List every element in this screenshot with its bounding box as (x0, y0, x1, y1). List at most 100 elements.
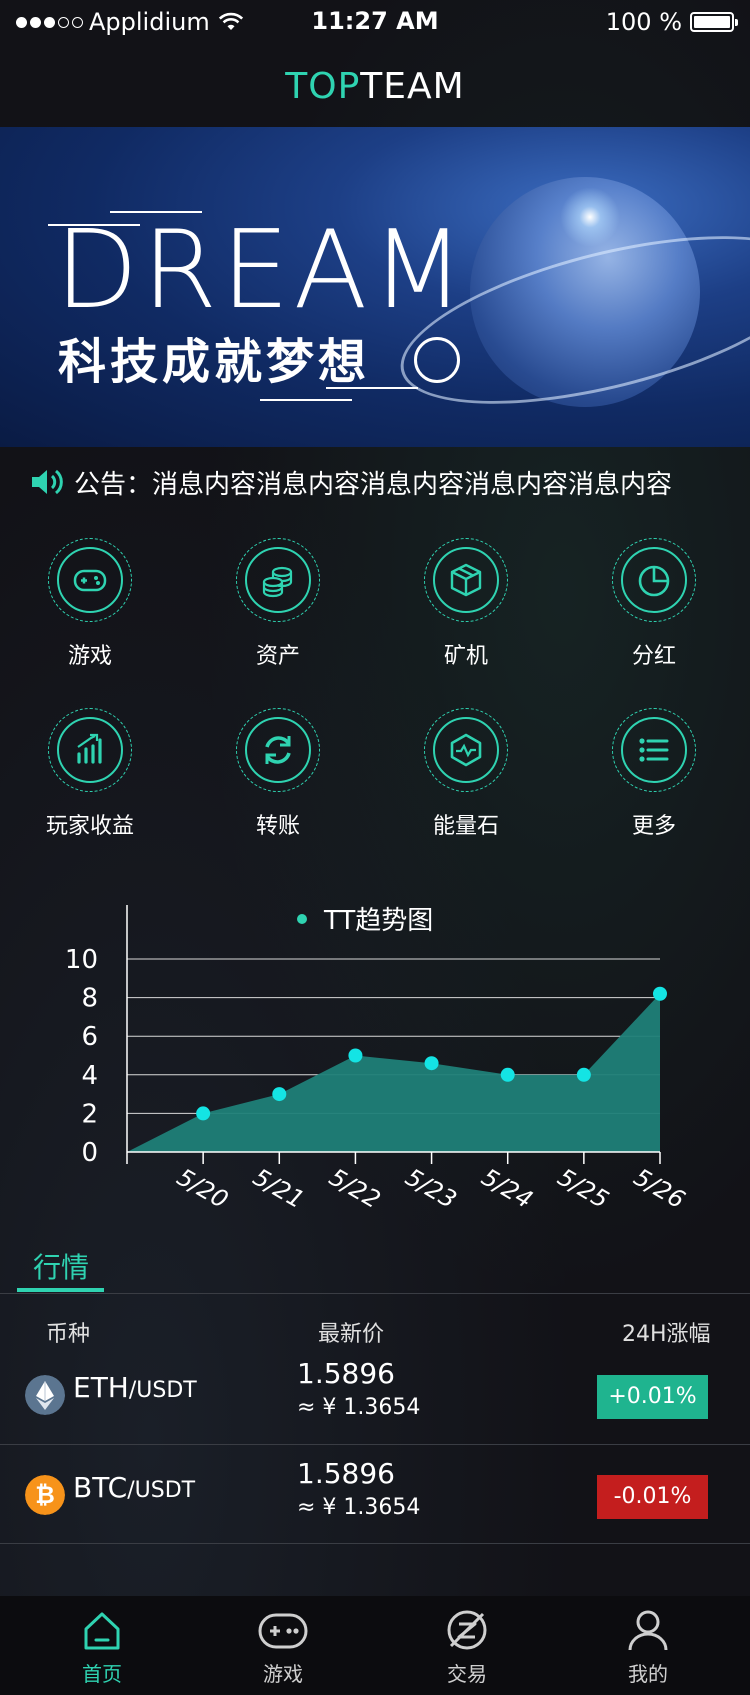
menu-item-label: 更多 (631, 814, 676, 839)
latest-price: 1.5896 (297, 1357, 395, 1390)
tab-market-indicator (17, 1288, 104, 1292)
data-point (348, 1048, 363, 1063)
divider (0, 1543, 750, 1544)
user-icon (628, 1610, 668, 1651)
menu-item-label: 矿机 (443, 644, 488, 669)
x-tick-label: 5/26 (629, 1163, 690, 1210)
menu-item-dividend[interactable]: 分红 (574, 538, 734, 670)
y-tick-label: 6 (81, 1022, 98, 1052)
bar-growth-icon (77, 733, 102, 764)
data-point (653, 986, 667, 1001)
battery-icon (690, 12, 738, 32)
trade-icon (447, 1610, 487, 1650)
cube-icon (450, 563, 482, 597)
data-point (196, 1106, 211, 1121)
pair-name: ETH/USDT (73, 1371, 197, 1404)
bitcoin-icon: ₿ (25, 1475, 65, 1515)
header-coin: 币种 (46, 1322, 91, 1347)
app-title-rest: TEAM (360, 66, 465, 107)
gamepad-icon (258, 1613, 308, 1649)
banner-slogan: 科技成就梦想 (58, 334, 371, 390)
x-tick-label: 5/20 (172, 1163, 233, 1210)
latest-price: 1.5896 (297, 1457, 395, 1490)
energy-stone-icon (450, 733, 482, 767)
pair-quote: /USDT (127, 1478, 196, 1503)
x-tick-label: 5/23 (401, 1163, 462, 1210)
y-tick-label: 4 (81, 1061, 98, 1091)
divider (0, 1293, 750, 1294)
pie-chart-icon (638, 565, 670, 597)
tab-label: 我的 (628, 1662, 668, 1686)
header-change: 24H涨幅 (622, 1322, 711, 1347)
price-cny: ≈ ¥ 1.3654 (297, 1495, 421, 1520)
x-tick-label: 5/25 (553, 1163, 614, 1210)
menu-item-player-earnings[interactable]: 玩家收益 (10, 708, 170, 840)
gamepad-icon (73, 569, 107, 592)
announcement-text: 消息内容消息内容消息内容消息内容消息内容 (152, 469, 673, 500)
menu-item-transfer[interactable]: 转账 (198, 708, 358, 840)
battery-percent: 100 % (605, 8, 682, 36)
tab-trade[interactable]: 交易 (407, 1596, 527, 1695)
announcement-bar[interactable]: 公告： 消息内容消息内容消息内容消息内容消息内容 (30, 462, 672, 502)
menu-item-label: 转账 (255, 814, 300, 839)
menu-item-game[interactable]: 游戏 (10, 538, 170, 670)
tt-trend-chart: TT趋势图 5/20 5/21 5/22 5/23 5/24 5/25 5/26 0 2 4 6 8… (65, 905, 690, 1210)
y-tick-label: 0 (81, 1138, 98, 1168)
list-icon (639, 738, 669, 762)
data-point (424, 1056, 439, 1071)
market-row-eth[interactable]: ETH/USDT 1.5896 ≈ ¥ 1.3654 +0.01% (0, 1345, 750, 1445)
market-row-btc[interactable]: ₿ BTC/USDT 1.5896 ≈ ¥ 1.3654 -0.01% (0, 1445, 750, 1545)
battery-status: 100 % (605, 8, 738, 36)
status-bar: Applidium 11:27 AM 100 % (0, 0, 750, 44)
menu-item-miner[interactable]: 矿机 (386, 538, 546, 670)
tab-market[interactable]: 行情 (33, 1246, 89, 1286)
ethereum-icon (25, 1375, 65, 1415)
header-price: 最新价 (318, 1322, 385, 1347)
data-point (272, 1087, 287, 1102)
tab-label: 游戏 (263, 1662, 303, 1686)
banner-headline: DREAM (55, 208, 469, 333)
svg-text:₿: ₿ (35, 1481, 55, 1509)
bottom-tab-bar: 首页 游戏 交易 我的 (0, 1596, 750, 1695)
y-tick-label: 2 (81, 1099, 98, 1129)
price-cny: ≈ ¥ 1.3654 (297, 1395, 421, 1420)
pair-name: BTC/USDT (73, 1471, 195, 1504)
menu-item-more[interactable]: 更多 (574, 708, 734, 840)
menu-item-label: 玩家收益 (45, 814, 134, 839)
app-title: TOPTEAM (0, 66, 750, 107)
light-flare-graphic (560, 187, 620, 247)
tab-game[interactable]: 游戏 (223, 1596, 343, 1695)
banner-line (260, 399, 352, 401)
banner-circle-graphic (414, 337, 460, 383)
menu-item-energy-stone[interactable]: 能量石 (386, 708, 546, 840)
data-point (500, 1067, 515, 1082)
change-badge: +0.01% (597, 1375, 708, 1419)
chart-title: TT趋势图 (323, 906, 433, 936)
menu-item-label: 资产 (255, 644, 300, 669)
home-icon (84, 1612, 120, 1650)
x-tick-label: 5/24 (477, 1163, 538, 1210)
menu-item-label: 能量石 (432, 814, 499, 839)
tab-home[interactable]: 首页 (42, 1596, 162, 1695)
x-tick-label: 5/21 (248, 1163, 309, 1210)
pair-base: ETH (73, 1371, 129, 1404)
data-point (576, 1067, 591, 1082)
announcement-label: 公告： (74, 469, 153, 500)
menu-item-assets[interactable]: 资产 (198, 538, 358, 670)
tab-label: 交易 (447, 1662, 487, 1686)
change-badge: -0.01% (597, 1475, 708, 1519)
app-title-accent: TOP (285, 66, 361, 107)
refresh-icon (265, 736, 291, 764)
pair-quote: /USDT (128, 1378, 197, 1403)
tab-profile[interactable]: 我的 (588, 1596, 708, 1695)
tab-label: 首页 (82, 1662, 122, 1686)
pair-base: BTC (73, 1471, 128, 1504)
speaker-icon (32, 469, 63, 495)
menu-item-label: 游戏 (67, 644, 112, 669)
y-tick-label: 8 (81, 984, 98, 1014)
legend-marker (297, 914, 307, 924)
banner[interactable]: DREAM 科技成就梦想 (0, 127, 750, 447)
menu-item-label: 分红 (631, 644, 676, 669)
banner-line (326, 387, 418, 389)
y-tick-label: 10 (65, 945, 98, 975)
